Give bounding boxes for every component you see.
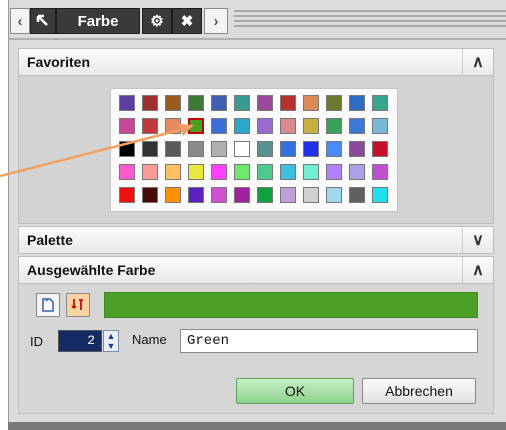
color-swatch[interactable]: [349, 164, 365, 180]
color-swatch[interactable]: [326, 118, 342, 134]
color-swatch[interactable]: [280, 164, 296, 180]
document-glyph: [42, 298, 54, 312]
color-swatch[interactable]: [349, 187, 365, 203]
chevron-down-icon[interactable]: ∨: [462, 227, 493, 253]
color-picker-icon[interactable]: [66, 293, 90, 317]
color-swatch[interactable]: [372, 95, 388, 111]
color-swatch[interactable]: [303, 164, 319, 180]
separator: [8, 38, 506, 40]
color-swatch[interactable]: [119, 118, 135, 134]
favorites-swatch-grid: [110, 88, 398, 212]
color-swatch[interactable]: [303, 118, 319, 134]
color-swatch[interactable]: [372, 118, 388, 134]
spin-down-icon[interactable]: ▼: [104, 341, 118, 351]
color-swatch[interactable]: [188, 164, 204, 180]
picker-glyph: [71, 299, 83, 310]
color-swatch[interactable]: [234, 118, 250, 134]
name-field[interactable]: Green: [180, 329, 478, 353]
color-swatch[interactable]: [119, 187, 135, 203]
color-swatch[interactable]: [142, 95, 158, 111]
spin-up-icon[interactable]: ▲: [104, 331, 118, 341]
color-swatch[interactable]: [280, 118, 296, 134]
tab-decoration: [234, 10, 506, 32]
favorites-header[interactable]: Favoriten ∧: [18, 48, 494, 76]
color-swatch[interactable]: [280, 95, 296, 111]
color-swatch[interactable]: [165, 187, 181, 203]
color-swatch[interactable]: [303, 141, 319, 157]
color-swatch[interactable]: [303, 187, 319, 203]
color-swatch[interactable]: [119, 141, 135, 157]
color-swatch[interactable]: [142, 118, 158, 134]
gear-icon[interactable]: ⚙: [142, 8, 172, 34]
color-swatch[interactable]: [188, 187, 204, 203]
color-swatch[interactable]: [165, 141, 181, 157]
color-swatch[interactable]: [211, 118, 227, 134]
name-label: Name: [132, 332, 167, 347]
color-swatch[interactable]: [257, 187, 273, 203]
color-swatch[interactable]: [188, 118, 204, 134]
id-spinner[interactable]: ▲ ▼: [103, 330, 119, 352]
color-swatch[interactable]: [234, 95, 250, 111]
color-swatch[interactable]: [280, 187, 296, 203]
color-swatch[interactable]: [349, 141, 365, 157]
cancel-button[interactable]: Abbrechen: [362, 378, 476, 404]
chevron-up-icon[interactable]: ∧: [462, 257, 493, 283]
color-swatch[interactable]: [372, 187, 388, 203]
color-swatch[interactable]: [211, 95, 227, 111]
chevron-right-icon[interactable]: ›: [204, 8, 228, 34]
color-swatch[interactable]: [142, 187, 158, 203]
color-swatch[interactable]: [188, 95, 204, 111]
palette-label: Palette: [27, 232, 73, 248]
title-tabstrip: ‹ Farbe ⚙ ✖ ›: [10, 6, 506, 38]
color-swatch[interactable]: [257, 141, 273, 157]
palette-header[interactable]: Palette ∨: [18, 226, 494, 254]
color-swatch[interactable]: [188, 141, 204, 157]
color-swatch[interactable]: [349, 118, 365, 134]
color-swatch[interactable]: [372, 141, 388, 157]
color-swatch[interactable]: [234, 187, 250, 203]
id-label: ID: [30, 334, 43, 349]
color-swatch[interactable]: [257, 118, 273, 134]
color-swatch[interactable]: [257, 95, 273, 111]
color-swatch[interactable]: [211, 164, 227, 180]
pointer-arrow-glyph: [36, 14, 48, 26]
color-swatch[interactable]: [211, 141, 227, 157]
color-swatch[interactable]: [165, 118, 181, 134]
color-swatch[interactable]: [326, 95, 342, 111]
close-icon[interactable]: ✖: [172, 8, 202, 34]
color-swatch[interactable]: [234, 164, 250, 180]
color-swatch[interactable]: [372, 164, 388, 180]
selected-color-label: Ausgewählte Farbe: [27, 262, 156, 278]
chevron-left-icon[interactable]: ‹: [10, 8, 30, 34]
color-swatch[interactable]: [165, 164, 181, 180]
selected-color-header[interactable]: Ausgewählte Farbe ∧: [18, 256, 494, 284]
dialog-title: Farbe: [56, 8, 140, 34]
color-swatch[interactable]: [326, 141, 342, 157]
favorites-label: Favoriten: [27, 54, 91, 70]
ok-button[interactable]: OK: [236, 378, 354, 404]
color-swatch[interactable]: [119, 164, 135, 180]
color-swatch[interactable]: [165, 95, 181, 111]
color-swatch[interactable]: [303, 95, 319, 111]
color-swatch[interactable]: [257, 164, 273, 180]
chevron-up-icon[interactable]: ∧: [462, 49, 493, 75]
color-swatch[interactable]: [119, 95, 135, 111]
id-field[interactable]: 2: [58, 330, 102, 352]
color-swatch[interactable]: [326, 164, 342, 180]
color-swatch[interactable]: [211, 187, 227, 203]
color-swatch[interactable]: [234, 141, 250, 157]
color-swatch[interactable]: [280, 141, 296, 157]
color-swatch[interactable]: [326, 187, 342, 203]
color-swatch[interactable]: [142, 164, 158, 180]
pointer-arrow-icon[interactable]: [30, 8, 56, 34]
color-swatch[interactable]: [349, 95, 365, 111]
bottom-edge: [8, 422, 506, 430]
selected-color-swatch: [104, 292, 478, 318]
color-swatch[interactable]: [142, 141, 158, 157]
inherit-color-icon[interactable]: [36, 293, 60, 317]
